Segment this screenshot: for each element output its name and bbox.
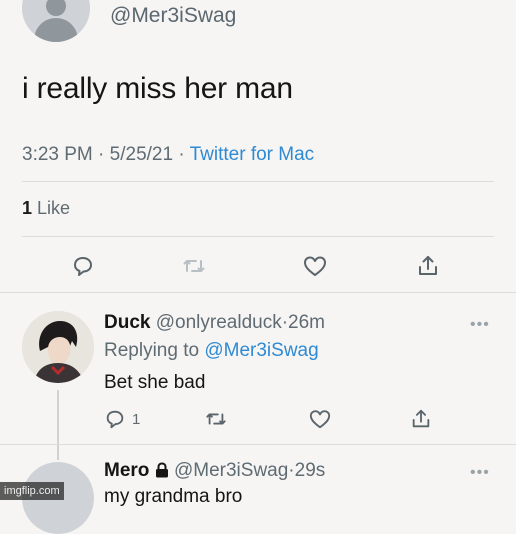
like-icon[interactable] — [302, 254, 328, 278]
more-icon[interactable]: ••• — [470, 464, 490, 482]
reply-text: my grandma bro — [104, 486, 243, 507]
reply-icon[interactable] — [71, 254, 95, 278]
replying-prefix: Replying to — [104, 340, 200, 361]
avatar[interactable] — [22, 0, 90, 42]
meta-separator: · — [98, 144, 105, 165]
tweet-text: i really miss her man — [22, 72, 293, 105]
share-icon[interactable] — [416, 254, 440, 278]
reply-icon[interactable] — [104, 408, 126, 430]
reply-handle[interactable]: @Mer3iSwag — [174, 460, 288, 481]
retweet-icon[interactable] — [204, 408, 228, 430]
watermark: imgflip.com — [0, 482, 64, 500]
divider — [0, 292, 516, 293]
avatar-shoulders — [34, 18, 78, 42]
thread-line — [57, 390, 59, 460]
avatar-head — [46, 0, 66, 16]
tweet-handle[interactable]: @Mer3iSwag — [110, 4, 236, 28]
divider — [0, 444, 516, 445]
reply-time[interactable]: 26m — [288, 312, 325, 333]
lock-icon — [155, 462, 169, 484]
share-icon[interactable] — [410, 408, 432, 430]
retweet-icon[interactable] — [182, 254, 206, 278]
reply-count: 1 — [132, 411, 141, 428]
reply-handle[interactable]: @onlyrealduck — [156, 312, 282, 333]
tweet-date: 5/25/21 — [109, 144, 174, 165]
tweet-meta: 3:23 PM · 5/25/21 · Twitter for Mac — [22, 144, 314, 166]
reply-name[interactable]: Mero — [104, 460, 149, 481]
tweet-source[interactable]: Twitter for Mac — [190, 144, 315, 165]
avatar-image — [22, 311, 94, 383]
like-icon[interactable] — [308, 408, 332, 430]
divider — [22, 181, 494, 182]
reply-name[interactable]: Duck — [104, 312, 150, 333]
likes-count[interactable]: 1 Like — [22, 198, 70, 219]
divider — [22, 236, 494, 237]
reply-header: Mero @Mer3iSwag·29s — [104, 460, 325, 484]
meta-separator: · — [178, 144, 185, 165]
reply-avatar[interactable] — [22, 311, 94, 383]
like-count-label: Like — [37, 198, 71, 218]
more-icon[interactable]: ••• — [470, 316, 490, 334]
replying-mention[interactable]: @Mer3iSwag — [204, 340, 318, 361]
reply-header: Duck @onlyrealduck·26m — [104, 312, 325, 334]
like-count-number: 1 — [22, 198, 33, 218]
reply-time[interactable]: 29s — [295, 460, 326, 481]
replying-to: Replying to @Mer3iSwag — [104, 340, 319, 362]
tweet-time: 3:23 PM — [22, 144, 93, 165]
reply-text: Bet she bad — [104, 372, 206, 393]
